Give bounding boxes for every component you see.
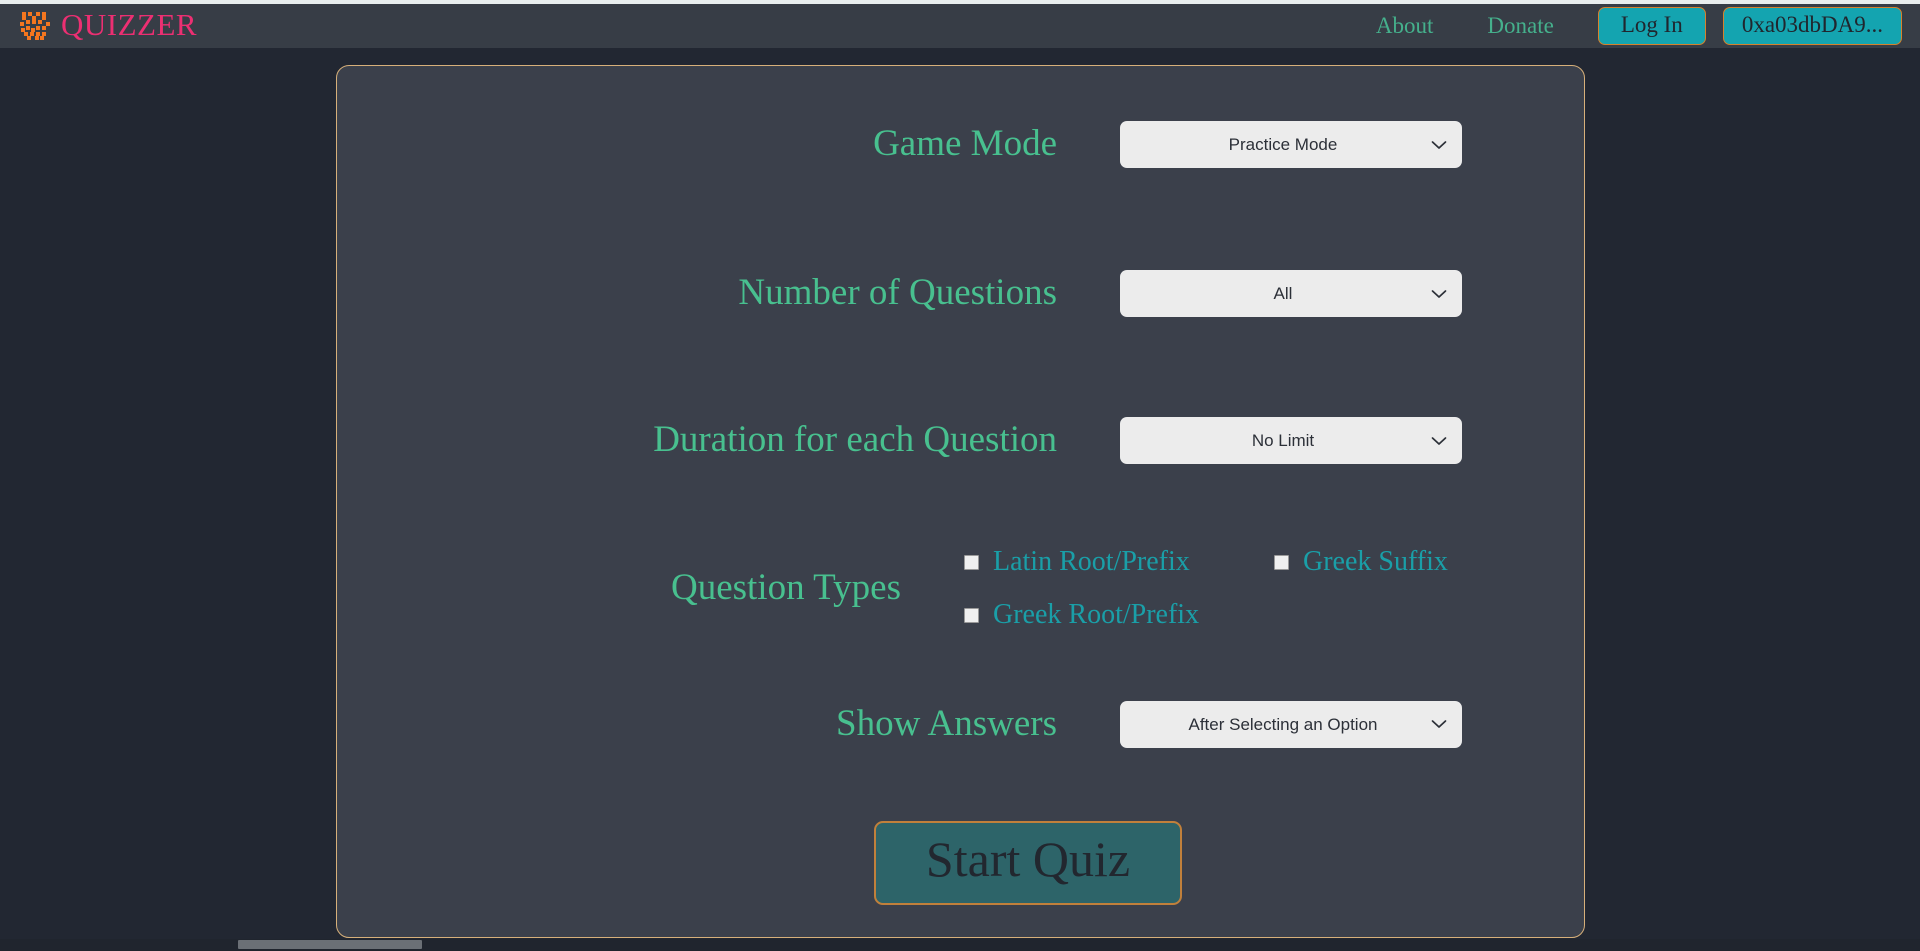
quiz-settings-card: Game Mode Practice Mode Number of Questi… — [336, 65, 1585, 938]
nav-link-about[interactable]: About — [1349, 13, 1461, 39]
control-number-of-questions: All — [1087, 270, 1584, 317]
checkbox-item-greek-root-prefix[interactable]: Greek Root/Prefix — [964, 598, 1274, 631]
maze-logo-icon — [20, 12, 50, 40]
navbar: QUIZZER About Donate Log In 0xa03dbDA9..… — [0, 4, 1920, 48]
label-show-answers: Show Answers — [836, 702, 1057, 744]
game-mode-select[interactable]: Practice Mode — [1120, 121, 1462, 168]
horizontal-scrollbar-track[interactable] — [0, 939, 1920, 951]
duration-select[interactable]: No Limit — [1120, 417, 1462, 464]
game-mode-select-wrap: Practice Mode — [1120, 121, 1462, 168]
checkbox-greek-root-prefix[interactable] — [964, 607, 979, 623]
checkbox-item-greek-suffix[interactable]: Greek Suffix — [1274, 546, 1584, 578]
label-duration: Duration for each Question — [653, 419, 1057, 461]
control-game-mode: Practice Mode — [1087, 121, 1584, 168]
form-row-duration: Duration for each Question No Limit — [337, 417, 1584, 464]
question-types-checkbox-group: Latin Root/Prefix Greek Suffix Greek Roo… — [964, 546, 1584, 631]
control-question-types: Latin Root/Prefix Greek Suffix Greek Roo… — [931, 546, 1584, 631]
checkbox-label-latin-root-prefix: Latin Root/Prefix — [993, 546, 1190, 577]
start-quiz-row: Start Quiz — [337, 821, 1584, 905]
form-row-game-mode: Game Mode Practice Mode — [337, 121, 1584, 168]
number-of-questions-select-wrap: All — [1120, 270, 1462, 317]
brand-name: QUIZZER — [61, 7, 198, 42]
nav-link-donate[interactable]: Donate — [1460, 13, 1580, 39]
duration-select-wrap: No Limit — [1120, 417, 1462, 464]
login-button[interactable]: Log In — [1597, 6, 1706, 46]
checkbox-greek-suffix[interactable] — [1274, 554, 1289, 570]
form-row-show-answers: Show Answers After Selecting an Option — [337, 700, 1584, 748]
start-quiz-button[interactable]: Start Quiz — [873, 821, 1183, 905]
show-answers-select-wrap: After Selecting an Option — [1120, 700, 1462, 748]
form-row-question-types: Question Types Latin Root/Prefix Greek S… — [337, 546, 1584, 631]
form-row-number-of-questions: Number of Questions All — [337, 270, 1584, 317]
control-show-answers: After Selecting an Option — [1087, 700, 1584, 748]
show-answers-select[interactable]: After Selecting an Option — [1120, 700, 1462, 748]
navbar-right: About Donate Log In 0xa03dbDA9... — [1349, 6, 1902, 46]
control-duration: No Limit — [1087, 417, 1584, 464]
horizontal-scrollbar-thumb[interactable] — [238, 940, 422, 949]
number-of-questions-select[interactable]: All — [1120, 270, 1462, 317]
label-number-of-questions: Number of Questions — [738, 272, 1057, 314]
checkbox-latin-root-prefix[interactable] — [964, 554, 979, 570]
checkbox-item-latin-root-prefix[interactable]: Latin Root/Prefix — [964, 546, 1274, 578]
wallet-address-button[interactable]: 0xa03dbDA9... — [1722, 6, 1902, 46]
checkbox-label-greek-root-prefix: Greek Root/Prefix — [993, 598, 1200, 630]
checkbox-label-greek-suffix: Greek Suffix — [1303, 546, 1448, 577]
label-question-types: Question Types — [670, 567, 901, 609]
brand[interactable]: QUIZZER — [18, 9, 197, 43]
label-game-mode: Game Mode — [873, 123, 1057, 165]
